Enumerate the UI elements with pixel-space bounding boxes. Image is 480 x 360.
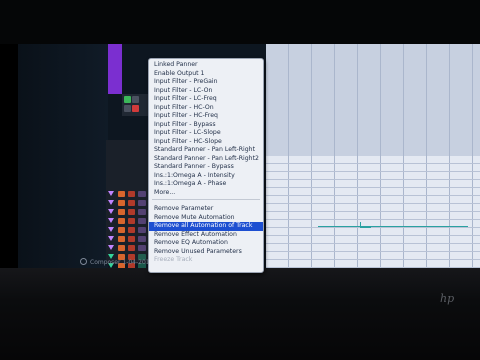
solo-button[interactable] — [128, 227, 135, 233]
menu-item-omega-phase[interactable]: Ins.:1:Omega A - Phase — [149, 180, 263, 189]
track-color-swatch — [138, 236, 146, 242]
track-color-swatch — [138, 227, 146, 233]
menu-item-input-filter-hc-slope[interactable]: Input Filter - HC-Slope — [149, 138, 263, 147]
track-row[interactable] — [106, 217, 150, 225]
track-color-swatch — [138, 245, 146, 251]
track-row[interactable] — [106, 208, 150, 216]
track-expand-icon[interactable] — [108, 200, 114, 205]
automation-node[interactable] — [360, 222, 371, 228]
menu-item-remove-mute-automation[interactable]: Remove Mute Automation — [149, 214, 263, 223]
menu-item-panner-pan-lr2[interactable]: Standard Panner - Pan Left-Right2 — [149, 155, 263, 164]
track-expand-icon[interactable] — [108, 191, 114, 196]
track-color-swatch — [138, 218, 146, 224]
edit-button[interactable] — [124, 105, 131, 112]
menu-item-enable-output-1[interactable]: Enable Output 1 — [149, 70, 263, 79]
automation-context-menu: Linked Panner Enable Output 1 Input Filt… — [148, 58, 264, 273]
solo-button[interactable] — [128, 245, 135, 251]
monitor-bezel-bottom — [0, 268, 480, 360]
track-expand-icon[interactable] — [108, 218, 114, 223]
monitor-bezel-top — [0, 0, 480, 44]
menu-item-input-filter-hc-on[interactable]: Input Filter - HC-On — [149, 104, 263, 113]
solo-button[interactable] — [128, 209, 135, 215]
mute-button[interactable] — [118, 227, 125, 233]
mute-button[interactable] — [118, 245, 125, 251]
menu-item-input-filter-hc-freq[interactable]: Input Filter - HC-Freq — [149, 112, 263, 121]
menu-item-remove-eq-automation[interactable]: Remove EQ Automation — [149, 239, 263, 248]
mute-button[interactable] — [118, 218, 125, 224]
menu-item-remove-effect-automation[interactable]: Remove Effect Automation — [149, 231, 263, 240]
track-color-swatch — [138, 200, 146, 206]
settings-icon[interactable] — [80, 258, 87, 265]
track-row[interactable] — [106, 244, 150, 252]
menu-item-panner-bypass[interactable]: Standard Panner - Bypass — [149, 163, 263, 172]
read-button[interactable] — [124, 96, 131, 103]
menu-item-remove-unused-parameters[interactable]: Remove Unused Parameters — [149, 248, 263, 257]
solo-button[interactable] — [128, 200, 135, 206]
mute-button[interactable] — [118, 236, 125, 242]
menu-item-input-filter-bypass[interactable]: Input Filter - Bypass — [149, 121, 263, 130]
record-button[interactable] — [132, 105, 139, 112]
menu-item-input-filter-lc-slope[interactable]: Input Filter - LC-Slope — [149, 129, 263, 138]
track-row[interactable] — [106, 226, 150, 234]
write-button[interactable] — [132, 96, 139, 103]
menu-separator — [152, 199, 260, 200]
solo-button[interactable] — [128, 191, 135, 197]
mute-button[interactable] — [118, 200, 125, 206]
hp-logo: hp — [440, 292, 455, 305]
status-text: Composer 1-04-2017 — [90, 259, 154, 266]
track-color-swatch — [138, 191, 146, 197]
menu-item-freeze-track: Freeze Track — [154, 256, 193, 263]
track-color-swatch — [138, 209, 146, 215]
selected-track-color-strip — [108, 44, 122, 94]
solo-button[interactable] — [128, 218, 135, 224]
menu-item-remove-parameter[interactable]: Remove Parameter — [149, 205, 263, 214]
track-row[interactable] — [106, 235, 150, 243]
track-header-buttons — [122, 94, 148, 116]
menu-item-more[interactable]: More... — [149, 189, 263, 198]
automation-line[interactable] — [318, 226, 468, 227]
menu-item-linked-panner[interactable]: Linked Panner — [149, 61, 263, 70]
track-expand-icon[interactable] — [108, 209, 114, 214]
track-expand-icon[interactable] — [108, 227, 114, 232]
mute-button[interactable] — [118, 209, 125, 215]
arrange-grid[interactable] — [266, 156, 480, 268]
track-expand-icon[interactable] — [108, 245, 114, 250]
menu-item-input-filter-pregain[interactable]: Input Filter - PreGain — [149, 78, 263, 87]
arrange-ruler-area — [266, 44, 480, 156]
menu-item-panner-pan-lr[interactable]: Standard Panner - Pan Left-Right — [149, 146, 263, 155]
track-list-area — [18, 44, 108, 268]
menu-item-omega-intensity[interactable]: Ins.:1:Omega A - Intensity — [149, 172, 263, 181]
track-row[interactable] — [106, 190, 150, 198]
mute-button[interactable] — [118, 191, 125, 197]
track-expand-icon[interactable] — [108, 236, 114, 241]
track-row[interactable] — [106, 199, 150, 207]
menu-item-input-filter-lc-freq[interactable]: Input Filter - LC-Freq — [149, 95, 263, 104]
solo-button[interactable] — [128, 236, 135, 242]
menu-item-remove-all-automation[interactable]: Remove all Automation of Track — [149, 222, 263, 231]
menu-item-input-filter-lc-on[interactable]: Input Filter - LC-On — [149, 87, 263, 96]
